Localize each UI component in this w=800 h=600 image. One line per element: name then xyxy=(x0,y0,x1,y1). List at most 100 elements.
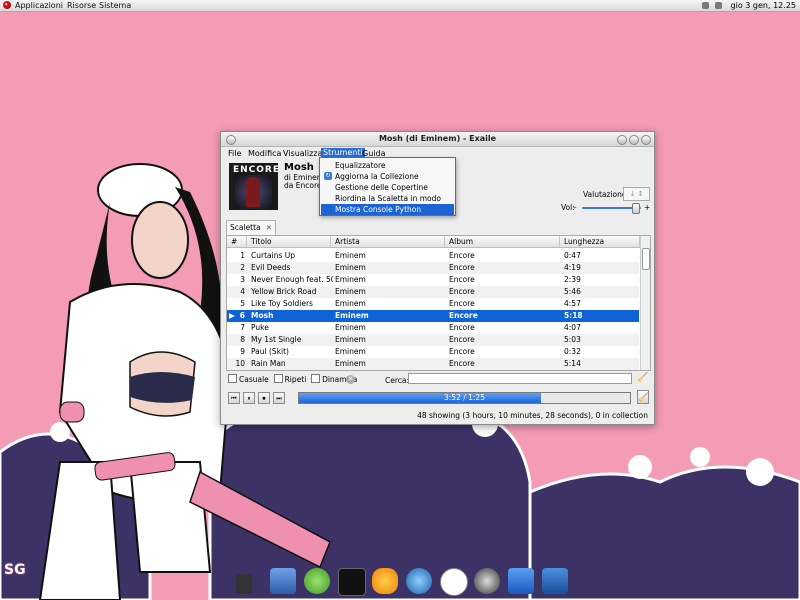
ripeti-checkbox[interactable] xyxy=(273,374,283,383)
table-row[interactable]: 3 Never Enough feat. 50 CeEminem Encore 2:3… xyxy=(227,274,639,286)
menu-file[interactable]: File xyxy=(228,149,241,158)
refresh-icon: ↻ xyxy=(324,172,332,180)
clear-search-icon[interactable]: 🧹 xyxy=(637,373,648,383)
cell-n: 2 xyxy=(240,263,245,272)
column-lunghezza[interactable]: Lunghezza xyxy=(560,236,640,248)
cell-title: Puke xyxy=(251,323,269,332)
cell-album: Encore xyxy=(449,275,475,284)
cell-length: 4:57 xyxy=(564,299,581,308)
volume-slider-handle[interactable] xyxy=(632,203,641,214)
search-input[interactable] xyxy=(408,373,632,384)
usb-drive-icon[interactable] xyxy=(236,574,252,594)
cell-length: 0:32 xyxy=(564,347,581,356)
play-icon[interactable] xyxy=(304,568,330,594)
tray-volume-icon[interactable] xyxy=(715,2,723,9)
menu-item-aggiorna-label: Aggiorna la Collezione xyxy=(335,172,419,181)
casuale-label: Casuale xyxy=(239,375,269,384)
album-cover[interactable]: ENCORE xyxy=(229,163,278,210)
chat-icon[interactable] xyxy=(440,568,468,596)
cell-title: Evil Deeds xyxy=(251,263,291,272)
sync-icon[interactable] xyxy=(508,568,534,594)
cell-length: 5:14 xyxy=(564,359,581,368)
tab-close-icon[interactable]: ✕ xyxy=(266,221,272,235)
cell-album: Encore xyxy=(449,335,475,344)
volume-minus: – xyxy=(573,203,577,212)
previous-button[interactable]: ⏮ xyxy=(228,392,240,404)
window-menu-icon[interactable] xyxy=(226,135,236,145)
clear-playlist-icon[interactable]: 🧹 xyxy=(637,390,649,404)
globe-icon[interactable] xyxy=(406,568,432,594)
table-row[interactable]: 10 Rain Man Eminem Encore 5:14 xyxy=(227,358,639,370)
cell-artist: Eminem xyxy=(335,311,369,320)
playlist-scrollbar[interactable] xyxy=(640,236,650,370)
cell-artist: Eminem xyxy=(335,347,366,356)
cell-artist: Eminem xyxy=(335,299,366,308)
menu-visualizza[interactable]: Visualizza xyxy=(283,149,322,158)
column-number[interactable]: # xyxy=(227,236,247,248)
column-artista[interactable]: Artista xyxy=(331,236,445,248)
menu-item-gestione-copertine[interactable]: Gestione delle Copertine xyxy=(321,182,454,193)
rating-widget[interactable]: ↓ ↕ xyxy=(623,187,650,201)
table-row[interactable]: 7 Puke Eminem Encore 4:07 xyxy=(227,322,639,334)
menu-item-aggiorna-collezione[interactable]: ↻ Aggiorna la Collezione xyxy=(321,171,454,182)
table-row[interactable]: 2 Evil Deeds Eminem Encore 4:19 xyxy=(227,262,639,274)
playback-progress[interactable]: 3:52 / 1:25 xyxy=(298,392,631,404)
cell-album: Encore xyxy=(449,299,475,308)
ripeti-label: Ripeti xyxy=(284,375,307,384)
desktop-icon[interactable] xyxy=(270,568,296,594)
pause-button[interactable]: ⏸ xyxy=(243,392,255,404)
table-row[interactable]: ▶ 6 Mosh Eminem Encore 5:18 xyxy=(227,310,639,322)
cell-artist: Eminem xyxy=(335,359,366,368)
menu-risorse[interactable]: Risorse xyxy=(67,1,96,10)
search-label: Cerca: xyxy=(385,376,410,385)
tab-scaletta[interactable]: Scaletta ✕ xyxy=(226,220,276,235)
casuale-checkbox[interactable] xyxy=(228,374,237,383)
burst-icon[interactable] xyxy=(372,568,398,594)
cell-title: Mosh xyxy=(251,311,274,320)
table-row[interactable]: 4 Yellow Brick Road Eminem Encore 5:46 xyxy=(227,286,639,298)
column-album[interactable]: Album xyxy=(445,236,560,248)
maximize-icon[interactable] xyxy=(629,135,639,145)
volume-plus: + xyxy=(644,203,651,212)
status-bar: 48 showing (3 hours, 10 minutes, 28 seco… xyxy=(417,411,648,420)
cell-length: 4:07 xyxy=(564,323,581,332)
terminal-icon[interactable] xyxy=(338,568,366,596)
minimize-icon[interactable] xyxy=(617,135,627,145)
table-row[interactable]: 8 My 1st Single Eminem Encore 5:03 xyxy=(227,334,639,346)
menu-item-equalizzatore[interactable]: Equalizzatore xyxy=(321,160,454,171)
cell-album: Encore xyxy=(449,311,478,320)
table-row[interactable]: 9 Paul (Skit) Eminem Encore 0:32 xyxy=(227,346,639,358)
menu-item-console-python[interactable]: Mostra Console Python xyxy=(321,204,454,215)
menu-modifica[interactable]: Modifica xyxy=(248,149,281,158)
menu-applicazioni[interactable]: Applicazioni xyxy=(15,1,63,10)
cell-n: 6 xyxy=(239,311,245,320)
stop-button[interactable]: ⏹ xyxy=(258,392,270,404)
clear-options-icon[interactable]: ✕ xyxy=(346,375,355,384)
table-row[interactable]: 5 Like Toy Soldiers Eminem Encore 4:57 xyxy=(227,298,639,310)
close-icon[interactable] xyxy=(641,135,651,145)
cell-artist: Eminem xyxy=(335,251,366,260)
scrollbar-thumb[interactable] xyxy=(642,248,650,270)
window-titlebar[interactable]: Mosh (di Eminem) - Exaile xyxy=(221,132,654,147)
now-playing-album: da Encore xyxy=(284,181,322,190)
trash-icon[interactable] xyxy=(542,568,568,594)
cell-artist: Eminem xyxy=(335,323,366,332)
cell-n: 8 xyxy=(240,335,245,344)
cell-length: 5:46 xyxy=(564,287,581,296)
menu-item-riordina-scaletta[interactable]: Riordina la Scaletta in modo Casuale xyxy=(321,193,454,214)
film-reel-icon[interactable] xyxy=(474,568,500,594)
distro-logo-icon[interactable] xyxy=(3,1,11,9)
column-titolo[interactable]: Titolo xyxy=(247,236,331,248)
sg-logo: SG xyxy=(4,562,26,578)
playback-options: Casuale Ripeti Dinamica xyxy=(228,374,357,384)
dinamica-checkbox[interactable] xyxy=(311,374,321,383)
tray-network-icon[interactable] xyxy=(702,2,710,9)
cell-length: 2:39 xyxy=(564,275,581,284)
menu-sistema[interactable]: Sistema xyxy=(99,1,131,10)
panel-clock[interactable]: gio 3 gen, 12.25 xyxy=(731,1,796,10)
cell-title: Yellow Brick Road xyxy=(251,287,317,296)
table-row[interactable]: 1 Curtains Up Eminem Encore 0:47 xyxy=(227,250,639,262)
next-button[interactable]: ⏭ xyxy=(273,392,285,404)
cell-n: 7 xyxy=(240,323,245,332)
panel-tray: gio 3 gen, 12.25 xyxy=(699,1,796,10)
